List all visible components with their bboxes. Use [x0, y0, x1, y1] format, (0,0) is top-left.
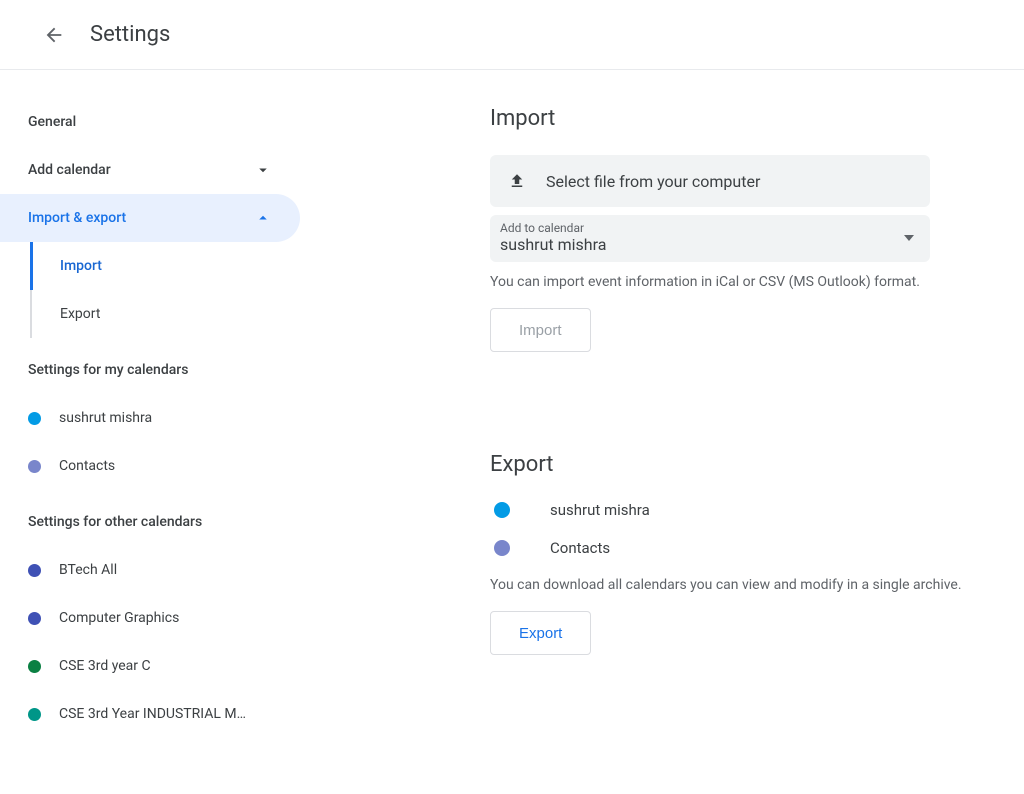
page-title: Settings [90, 22, 170, 47]
subnav-label: Export [60, 306, 100, 322]
calendar-item[interactable]: CSE 3rd Year INDUSTRIAL M… [0, 690, 300, 738]
calendar-color-dot [494, 502, 510, 518]
nav-label: General [28, 114, 76, 130]
file-select-label: Select file from your computer [546, 172, 760, 191]
back-button[interactable] [34, 15, 74, 55]
export-button[interactable]: Export [490, 611, 591, 655]
caret-down-icon [904, 235, 914, 241]
nav-import-export[interactable]: Import & export [0, 194, 300, 242]
calendar-label: Contacts [59, 458, 115, 474]
import-hint: You can import event information in iCal… [490, 274, 1024, 290]
nav-general[interactable]: General [0, 98, 300, 146]
calendar-label: BTech All [59, 562, 117, 578]
calendar-color-dot [494, 540, 510, 556]
calendar-color-dot [28, 708, 41, 721]
import-button[interactable]: Import [490, 308, 591, 352]
header: Settings [0, 0, 1024, 70]
export-calendar-label: Contacts [550, 539, 610, 557]
calendar-item[interactable]: Computer Graphics [0, 594, 300, 642]
dropdown-value: sushrut mishra [500, 235, 606, 254]
file-select-button[interactable]: Select file from your computer [490, 155, 930, 207]
subnav-export[interactable]: Export [0, 290, 300, 338]
calendar-color-dot [28, 612, 41, 625]
section-my-calendars: Settings for my calendars [0, 338, 300, 394]
calendar-label: CSE 3rd year C [59, 658, 151, 674]
export-heading: Export [490, 452, 1024, 477]
chevron-down-icon [254, 161, 272, 179]
main-content: Import Select file from your computer Ad… [300, 70, 1024, 794]
import-heading: Import [490, 106, 1024, 131]
calendar-color-dot [28, 660, 41, 673]
export-hint: You can download all calendars you can v… [490, 577, 1024, 593]
calendar-color-dot [28, 460, 41, 473]
nav-add-calendar[interactable]: Add calendar [0, 146, 300, 194]
export-calendar-row: Contacts [490, 539, 1024, 557]
upload-icon [508, 172, 526, 190]
sidebar[interactable]: General Add calendar Import & export Imp… [0, 70, 300, 794]
calendar-item[interactable]: BTech All [0, 546, 300, 594]
calendar-dropdown[interactable]: Add to calendar sushrut mishra [490, 215, 930, 262]
calendar-color-dot [28, 564, 41, 577]
dropdown-label: Add to calendar [500, 221, 606, 235]
arrow-left-icon [43, 24, 65, 46]
section-other-calendars: Settings for other calendars [0, 490, 300, 546]
calendar-label: CSE 3rd Year INDUSTRIAL M… [59, 706, 246, 722]
button-label: Import [519, 322, 562, 339]
calendar-label: Computer Graphics [59, 610, 179, 626]
nav-label: Add calendar [28, 162, 111, 178]
chevron-up-icon [254, 209, 272, 227]
subnav-import[interactable]: Import [0, 242, 300, 290]
export-calendar-label: sushrut mishra [550, 501, 650, 519]
button-label: Export [519, 625, 562, 642]
calendar-color-dot [28, 412, 41, 425]
calendar-item[interactable]: CSE 3rd year C [0, 642, 300, 690]
calendar-label: sushrut mishra [59, 410, 152, 426]
calendar-item[interactable]: Contacts [0, 442, 300, 490]
subnav-label: Import [60, 258, 102, 274]
calendar-item[interactable]: sushrut mishra [0, 394, 300, 442]
nav-label: Import & export [28, 210, 126, 226]
export-calendar-row: sushrut mishra [490, 501, 1024, 519]
